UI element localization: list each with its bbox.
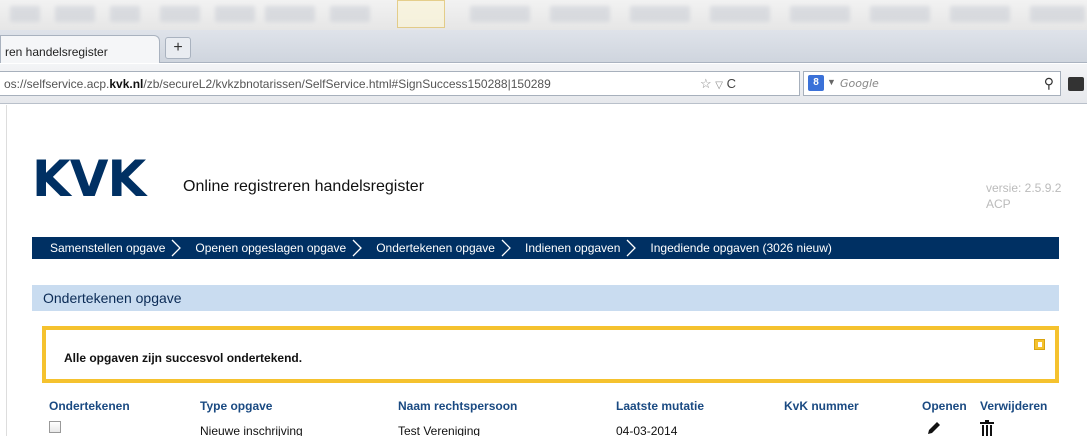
version-number: versie: 2.5.9.2 — [986, 181, 1062, 195]
cell-laatste-mutatie: 04-03-2014 — [616, 424, 678, 436]
url-domain: kvk.nl — [109, 77, 144, 91]
nav-label: Ingediende opgaven (3026 nieuw) — [650, 241, 832, 255]
column-header-naam-rechtspersoon[interactable]: Naam rechtspersoon — [398, 399, 517, 413]
delete-trash-icon[interactable] — [980, 420, 994, 436]
cell-naam-rechtspersoon: Test Vereniging — [398, 424, 481, 436]
background-app-ribbon — [0, 0, 1087, 30]
nav-ingediende-opgaven[interactable]: Ingediende opgaven (3026 nieuw) — [634, 237, 845, 259]
url-path: /zb/secureL2/kvkzbnotarissen/SelfService… — [143, 77, 551, 91]
sign-checkbox[interactable] — [49, 421, 61, 433]
search-engine-dropdown-icon[interactable]: ▼ — [827, 77, 836, 87]
nav-samenstellen-opgave[interactable]: Samenstellen opgave — [32, 237, 182, 259]
version-info: versie: 2.5.9.2 ACP — [986, 180, 1061, 212]
nav-label: Openen opgeslagen opgave — [195, 241, 347, 255]
new-tab-button[interactable]: + — [165, 37, 191, 59]
cell-type-opgave: Nieuwe inschrijving — [200, 424, 303, 436]
nav-label: Samenstellen opgave — [50, 241, 166, 255]
nav-label: Indienen opgaven — [524, 241, 621, 255]
success-notice: Alle opgaven zijn succesvol ondertekend. — [42, 326, 1059, 383]
column-header-ondertekenen[interactable]: Ondertekenen — [49, 399, 130, 413]
app-title: Online registreren handelsregister — [183, 178, 425, 195]
section-title: Ondertekenen opgave — [32, 285, 1059, 311]
column-header-type-opgave[interactable]: Type opgave — [200, 399, 272, 413]
column-header-verwijderen: Verwijderen — [980, 399, 1048, 413]
nav-indienen-opgaven[interactable]: Indienen opgaven — [509, 237, 637, 259]
edit-pencil-icon[interactable] — [926, 420, 942, 436]
google-icon[interactable]: 8 — [808, 75, 824, 91]
address-bar[interactable]: os://selfservice.acp.kvk.nl/zb/secureL2/… — [0, 71, 800, 96]
notice-close-icon[interactable] — [1034, 339, 1045, 350]
column-header-laatste-mutatie[interactable]: Laatste mutatie — [616, 399, 704, 413]
extension-icon[interactable] — [1068, 77, 1084, 91]
kvk-logo: KVK — [32, 150, 146, 208]
bookmark-star-icon[interactable]: ☆ — [700, 76, 712, 91]
environment-label: ACP — [986, 197, 1011, 211]
browser-tab-title: ren handelsregister — [5, 45, 108, 59]
main-navigation: Samenstellen opgave Openen opgeslagen op… — [32, 237, 1059, 259]
url-tools[interactable]: ☆ ▽ C — [700, 76, 736, 92]
notice-message: Alle opgaven zijn succesvol ondertekend. — [64, 351, 303, 365]
column-header-kvk-nummer[interactable]: KvK nummer — [784, 399, 859, 413]
search-icon[interactable]: ⚲ — [1044, 75, 1054, 92]
browser-tab-strip: ren handelsregister + — [0, 30, 1087, 63]
browser-nav-bar: os://selfservice.acp.kvk.nl/zb/secureL2/… — [0, 64, 1087, 104]
reload-icon[interactable]: C — [727, 76, 736, 91]
url-prefix: os://selfservice.acp. — [4, 77, 110, 91]
browser-tab[interactable]: ren handelsregister — [0, 35, 160, 63]
column-header-openen: Openen — [922, 399, 967, 413]
nav-openen-opgeslagen-opgave[interactable]: Openen opgeslagen opgave — [179, 237, 363, 259]
history-dropdown-icon[interactable]: ▽ — [715, 80, 723, 91]
nav-label: Ondertekenen opgave — [376, 241, 495, 255]
nav-ondertekenen-opgave[interactable]: Ondertekenen opgave — [360, 237, 511, 259]
search-box[interactable]: 8 ▼ Google ⚲ — [803, 71, 1061, 96]
search-placeholder: Google — [840, 77, 879, 90]
page-edge — [6, 105, 7, 436]
